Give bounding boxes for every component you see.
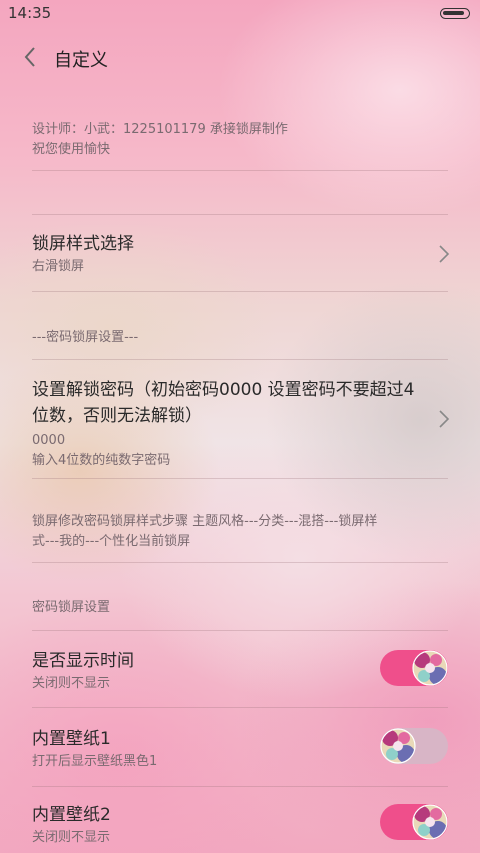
password-section-label: ---密码锁屏设置--- [32,330,139,345]
divider [32,707,448,708]
set-password-title-line1: 设置解锁密码（初始密码0000 设置密码不要超过4 [32,380,415,400]
set-password-row[interactable]: 设置解锁密码（初始密码0000 设置密码不要超过4 位数，否则无法解锁） 000… [32,377,420,471]
wallpaper1-toggle[interactable] [380,728,448,764]
divider [32,478,448,479]
battery-icon [440,8,470,19]
lock-style-value: 右滑锁屏 [32,259,85,274]
status-time: 14:35 [8,4,52,22]
status-bar: 14:35 [0,0,480,26]
toggle-knob-icon [412,650,448,686]
password-hint: 输入4位数的纯数字密码 [32,453,171,468]
password-value: 0000 [32,433,66,448]
divider [32,291,448,292]
toggle-knob-icon [380,728,416,764]
divider [32,214,448,215]
toggle-knob-icon [412,804,448,840]
lock-style-row[interactable]: 锁屏样式选择 右滑锁屏 [32,231,448,281]
steps-line1: 锁屏修改密码锁屏样式步骤 主题风格---分类---混搭---锁屏样 [32,514,378,529]
divider [32,562,448,563]
designer-line: 设计师：小武：1225101179 承接锁屏制作 [32,122,288,137]
wallpaper2-toggle[interactable] [380,804,448,840]
page-title: 自定义 [54,50,108,71]
settings-category-label: 密码锁屏设置 [32,600,111,615]
divider [32,170,448,171]
back-arrow-icon[interactable] [20,42,44,72]
chevron-right-icon[interactable] [438,244,450,264]
show-time-toggle[interactable] [380,650,448,686]
steps-line2: 式---我的---个性化当前锁屏 [32,534,191,549]
divider [32,359,448,360]
header: 自定义 [0,26,480,88]
set-password-title-line2: 位数，否则无法解锁） [32,406,202,426]
divider [32,786,448,787]
lock-style-title: 锁屏样式选择 [32,234,134,254]
steps-info: 锁屏修改密码锁屏样式步骤 主题风格---分类---混搭---锁屏样 式---我的… [32,512,448,552]
chevron-right-icon[interactable] [438,409,450,429]
divider [32,630,448,631]
greeting-line: 祝您使用愉快 [32,142,111,157]
designer-info: 设计师：小武：1225101179 承接锁屏制作 祝您使用愉快 [32,120,448,160]
